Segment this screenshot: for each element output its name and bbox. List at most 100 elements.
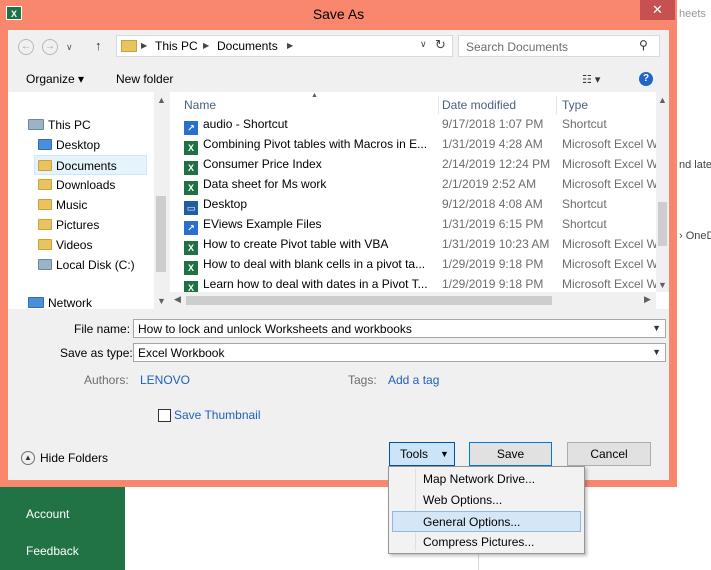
- add-tag-link[interactable]: Add a tag: [388, 373, 439, 387]
- file-type: Shortcut: [562, 197, 607, 211]
- bg-text-later: nd late: [679, 159, 711, 171]
- nav-item-local-disk[interactable]: Local Disk (C:): [38, 255, 135, 275]
- file-type: Shortcut: [562, 217, 607, 231]
- organize-button[interactable]: Organize ▾: [26, 72, 84, 86]
- search-input[interactable]: Search Documents ⚲: [458, 35, 660, 57]
- file-row[interactable]: ▭ Desktop 9/12/2018 4:08 AM Shortcut: [170, 194, 656, 215]
- file-date: 1/29/2019 9:18 PM: [442, 277, 544, 291]
- file-name: How to deal with blank cells in a pivot …: [203, 257, 426, 271]
- file-name-cell: X Combining Pivot tables with Macros in E…: [184, 134, 440, 155]
- back-arrow-icon[interactable]: ←: [18, 39, 34, 55]
- file-name-cell: ▭ Desktop: [184, 194, 440, 215]
- file-type: Shortcut: [562, 117, 607, 131]
- authors-label: Authors:: [84, 373, 129, 387]
- new-folder-button[interactable]: New folder: [116, 72, 173, 86]
- save-button[interactable]: Save: [469, 442, 552, 466]
- file-name: How to create Pivot table with VBA: [203, 237, 389, 251]
- file-row[interactable]: X Combining Pivot tables with Macros in E…: [170, 134, 656, 155]
- column-separator[interactable]: [556, 96, 557, 114]
- help-icon[interactable]: ?: [639, 72, 653, 86]
- file-row[interactable]: X Consumer Price Index 2/14/2019 12:24 PM…: [170, 154, 656, 175]
- file-row[interactable]: X How to deal with blank cells in a pivot…: [170, 254, 656, 275]
- file-date: 2/1/2019 2:52 AM: [442, 177, 537, 191]
- change-view-icon[interactable]: ☷ ▾: [582, 73, 600, 86]
- shortcut-icon: ↗: [184, 121, 198, 135]
- chevron-down-icon[interactable]: ▼: [652, 323, 661, 333]
- hide-folders-button[interactable]: Hide Folders: [40, 451, 108, 465]
- nav-item-network[interactable]: Network: [28, 297, 92, 309]
- column-header-date[interactable]: Date modified: [442, 98, 516, 112]
- nav-item-videos[interactable]: Videos: [38, 235, 92, 255]
- file-row[interactable]: ↗ EViews Example Files 1/31/2019 6:15 PM …: [170, 214, 656, 235]
- column-header-name[interactable]: Name: [184, 98, 216, 112]
- chevron-down-icon[interactable]: ▼: [652, 347, 661, 357]
- cancel-button[interactable]: Cancel: [567, 442, 651, 466]
- tools-menu: Map Network Drive... Web Options... Gene…: [388, 466, 585, 554]
- nav-item-label: Downloads: [56, 178, 116, 192]
- excel-file-icon: X: [184, 181, 198, 195]
- nav-item-label: Local Disk (C:): [56, 258, 135, 272]
- nav-item-this-pc[interactable]: This PC: [28, 115, 91, 135]
- file-name-input[interactable]: How to lock and unlock Worksheets and wo…: [133, 319, 666, 338]
- nav-pane-scrollbar[interactable]: ▲ ▼: [154, 92, 168, 309]
- refresh-icon[interactable]: ↻: [435, 37, 446, 53]
- recent-locations-chevron-icon[interactable]: ∨: [66, 42, 73, 53]
- save-thumbnail-label[interactable]: Save Thumbnail: [174, 408, 261, 422]
- folder-icon: [38, 199, 52, 210]
- nav-item-documents[interactable]: Documents: [34, 155, 147, 175]
- crumb-separator-icon[interactable]: ▶: [287, 41, 293, 50]
- tools-button[interactable]: Tools ▼: [389, 442, 455, 466]
- scroll-thumb[interactable]: [658, 202, 667, 246]
- scroll-down-icon[interactable]: ▼: [658, 280, 667, 290]
- column-separator[interactable]: [438, 96, 439, 114]
- scroll-thumb[interactable]: [186, 296, 552, 305]
- excel-file-icon: X: [184, 241, 198, 255]
- nav-item-desktop[interactable]: Desktop: [38, 135, 100, 155]
- menu-item-general-options[interactable]: General Options...: [392, 511, 581, 532]
- nav-item-downloads[interactable]: Downloads: [38, 175, 115, 195]
- address-bar[interactable]: ▶ This PC ▶ Documents ▶ ∨ ↻: [116, 35, 453, 57]
- scroll-right-icon[interactable]: ▶: [644, 294, 651, 305]
- menu-item-compress-pictures[interactable]: Compress Pictures...: [392, 532, 581, 553]
- excel-file-icon: X: [184, 141, 198, 155]
- nav-item-music[interactable]: Music: [38, 195, 87, 215]
- save-as-type-value: Excel Workbook: [138, 346, 225, 360]
- file-type: Microsoft Excel W: [562, 257, 656, 271]
- forward-arrow-icon[interactable]: →: [42, 39, 58, 55]
- desktop-shortcut-icon: ▭: [184, 201, 198, 215]
- crumb-documents[interactable]: Documents: [217, 39, 278, 53]
- menu-item-map-network-drive[interactable]: Map Network Drive...: [392, 469, 581, 490]
- file-row[interactable]: X Data sheet for Ms work 2/1/2019 2:52 AM…: [170, 174, 656, 195]
- up-arrow-icon[interactable]: ↑: [95, 38, 102, 53]
- file-list-horizontal-scrollbar[interactable]: ◀ ▶: [170, 292, 656, 309]
- save-thumbnail-checkbox[interactable]: [158, 409, 171, 422]
- search-icon[interactable]: ⚲: [639, 38, 648, 52]
- scroll-left-icon[interactable]: ◀: [174, 294, 181, 305]
- nav-account[interactable]: Account: [26, 507, 69, 521]
- address-dropdown-icon[interactable]: ∨: [420, 39, 427, 50]
- file-row[interactable]: X Learn how to deal with dates in a Pivot…: [170, 274, 656, 295]
- scroll-thumb[interactable]: [156, 196, 166, 272]
- title-bar[interactable]: X Save As ✕: [0, 0, 677, 30]
- computer-icon: [28, 119, 44, 130]
- nav-item-pictures[interactable]: Pictures: [38, 215, 99, 235]
- scroll-up-icon[interactable]: ▲: [157, 95, 166, 105]
- nav-feedback[interactable]: Feedback: [26, 544, 79, 558]
- authors-value[interactable]: LENOVO: [140, 373, 190, 387]
- file-row[interactable]: X How to create Pivot table with VBA 1/31…: [170, 234, 656, 255]
- menu-item-web-options[interactable]: Web Options...: [392, 490, 581, 511]
- drive-icon: [38, 259, 52, 270]
- crumb-this-pc[interactable]: This PC: [155, 39, 198, 53]
- save-as-type-select[interactable]: Excel Workbook ▼: [133, 343, 666, 362]
- collapse-up-icon[interactable]: ▲: [21, 451, 35, 465]
- scroll-up-icon[interactable]: ▲: [658, 95, 667, 105]
- file-date: 1/31/2019 4:28 AM: [442, 137, 543, 151]
- address-folder-icon: [121, 40, 137, 52]
- column-header-type[interactable]: Type: [562, 98, 588, 112]
- file-list-vertical-scrollbar[interactable]: ▲ ▼: [656, 92, 669, 292]
- file-row[interactable]: ↗ audio - Shortcut 9/17/2018 1:07 PM Shor…: [170, 114, 656, 135]
- scroll-down-icon[interactable]: ▼: [157, 296, 166, 306]
- file-name-cell: X Data sheet for Ms work: [184, 174, 440, 195]
- close-button[interactable]: ✕: [640, 0, 675, 20]
- file-name-label: File name:: [74, 322, 131, 336]
